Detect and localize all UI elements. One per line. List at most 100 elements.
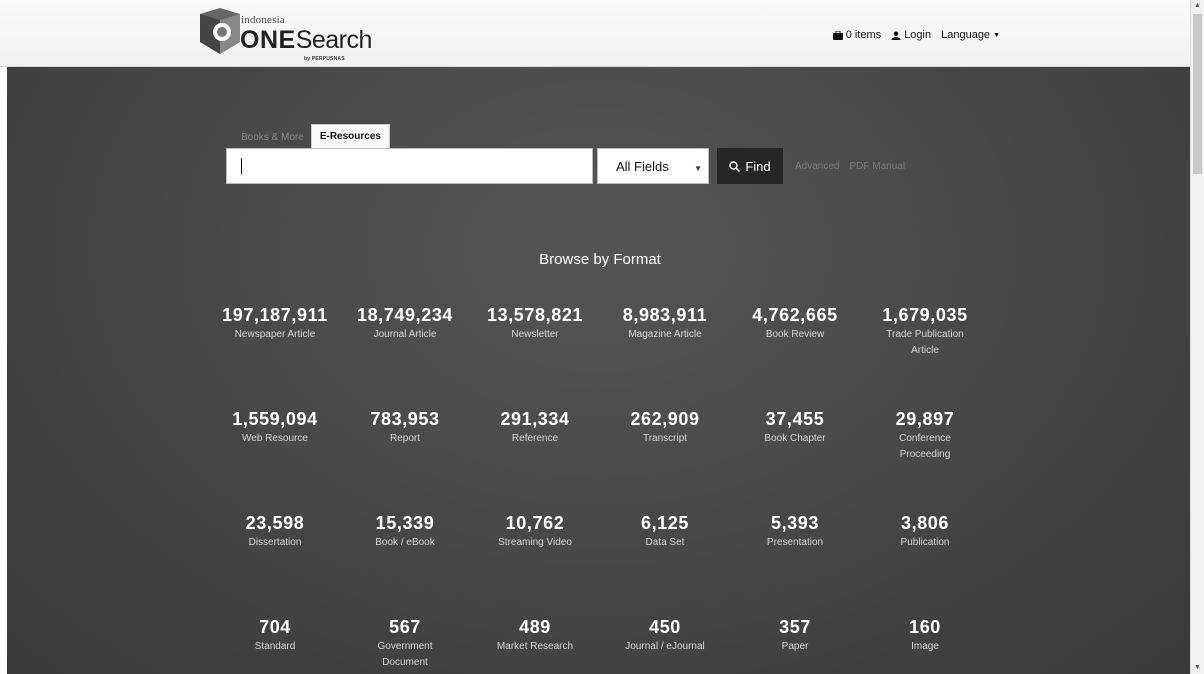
- format-item[interactable]: 704 Standard: [210, 616, 340, 655]
- format-count: 357: [779, 617, 811, 637]
- format-item[interactable]: 13,578,821 Newsletter: [470, 304, 600, 343]
- tab-e-resources[interactable]: E-Resources: [310, 124, 390, 148]
- browse-by-format-heading: Browse by Format: [539, 251, 661, 268]
- format-item[interactable]: 489 Market Research: [470, 616, 600, 655]
- format-count: 4,762,665: [752, 305, 838, 325]
- format-item[interactable]: 15,339 Book / eBook: [340, 512, 470, 551]
- format-item[interactable]: 1,679,035 Trade Publication Article: [860, 304, 990, 359]
- format-count: 37,455: [765, 409, 825, 429]
- format-label: Publication: [900, 537, 950, 548]
- format-item[interactable]: 4,762,665 Book Review: [730, 304, 860, 343]
- page: indonesia ONESearch by PERPUSNAS 0 items…: [0, 0, 1204, 674]
- format-count: 160: [909, 617, 941, 637]
- format-count: 783,953: [370, 409, 440, 429]
- format-count: 262,909: [630, 409, 700, 429]
- format-label: Paper: [781, 641, 809, 652]
- format-item[interactable]: 450 Journal / eJournal: [600, 616, 730, 655]
- format-item[interactable]: 3,806 Publication: [860, 512, 990, 551]
- logo-main-rest: Search: [295, 26, 373, 54]
- format-label: Government Document: [377, 641, 433, 668]
- format-count: 5,393: [770, 513, 820, 533]
- search-field-value: All Fields: [616, 158, 669, 174]
- format-item[interactable]: 23,598 Dissertation: [210, 512, 340, 551]
- format-count: 15,339: [375, 513, 435, 533]
- format-count: 1,679,035: [882, 305, 968, 325]
- format-count: 567: [389, 617, 421, 637]
- format-count: 6,125: [640, 513, 690, 533]
- format-count: 29,897: [895, 409, 955, 429]
- vertical-scrollbar[interactable]: ▲ ▼: [1190, 0, 1204, 674]
- format-item[interactable]: 357 Paper: [730, 616, 860, 655]
- tab-books-and-more[interactable]: Books & More: [234, 126, 311, 148]
- find-button[interactable]: Find: [717, 148, 783, 184]
- format-label: Conference Proceeding: [899, 433, 951, 460]
- format-count: 3,806: [900, 513, 950, 533]
- find-label: Find: [745, 158, 771, 174]
- format-item[interactable]: 37,455 Book Chapter: [730, 408, 860, 447]
- format-item[interactable]: 567 Government Document: [340, 616, 470, 671]
- language-dropdown[interactable]: Language ▼: [941, 29, 1000, 41]
- format-label: Image: [911, 641, 939, 652]
- search-bar: All Fields ▼ Find Advanced PDF Manual: [226, 148, 905, 184]
- logo-by-text: by PERPUSNAS: [304, 56, 345, 62]
- logo-main-text: ONESearch: [240, 26, 372, 54]
- top-nav: 0 items Login Language ▼: [832, 29, 1000, 41]
- dropdown-arrow-icon: ▼: [694, 164, 702, 173]
- scroll-thumb[interactable]: [1193, 14, 1202, 174]
- format-count: 18,749,234: [356, 305, 454, 325]
- search-input[interactable]: [226, 148, 593, 184]
- logo-small-text: indonesia: [241, 14, 285, 26]
- format-label: Magazine Article: [628, 329, 702, 340]
- briefcase-icon: [832, 30, 843, 40]
- format-label: Newsletter: [511, 329, 559, 340]
- format-label: Journal / eJournal: [625, 641, 705, 652]
- search-field-select[interactable]: All Fields ▼: [597, 148, 709, 184]
- format-item[interactable]: 1,559,094 Web Resource: [210, 408, 340, 447]
- pdf-manual-link[interactable]: PDF Manual: [849, 161, 905, 172]
- search-links: Advanced PDF Manual: [795, 148, 905, 184]
- format-item[interactable]: 291,334 Reference: [470, 408, 600, 447]
- text-cursor: [241, 158, 242, 174]
- format-label: Book Review: [765, 329, 825, 340]
- caret-down-icon: ▼: [993, 31, 1000, 39]
- user-icon: [891, 30, 901, 40]
- format-label: Market Research: [496, 641, 574, 652]
- cart-link[interactable]: 0 items: [832, 29, 882, 41]
- format-count: 13,578,821: [486, 305, 584, 325]
- format-label: Dissertation: [248, 537, 302, 548]
- format-count: 291,334: [500, 409, 570, 429]
- format-item[interactable]: 10,762 Streaming Video: [470, 512, 600, 551]
- format-count: 704: [259, 617, 291, 637]
- format-item[interactable]: 197,187,911 Newspaper Article: [210, 304, 340, 343]
- cart-count-label: 0 items: [845, 29, 882, 41]
- search-icon: [729, 160, 741, 172]
- format-item[interactable]: 160 Image: [860, 616, 990, 655]
- search-tabs: Books & More E-Resources: [234, 124, 390, 148]
- format-item[interactable]: 262,909 Transcript: [600, 408, 730, 447]
- search-input-wrapper: [226, 148, 593, 184]
- login-link[interactable]: Login: [891, 29, 931, 41]
- format-label: Web Resource: [242, 433, 308, 444]
- format-label: Trade Publication Article: [886, 329, 964, 356]
- format-label: Transcript: [642, 433, 688, 444]
- format-count: 197,187,911: [222, 305, 328, 325]
- format-item[interactable]: 18,749,234 Journal Article: [340, 304, 470, 343]
- format-item[interactable]: 29,897 Conference Proceeding: [860, 408, 990, 463]
- format-item[interactable]: 6,125 Data Set: [600, 512, 730, 551]
- onesearch-logo[interactable]: indonesia ONESearch by PERPUSNAS: [198, 6, 398, 62]
- format-item[interactable]: 8,983,911 Magazine Article: [600, 304, 730, 343]
- format-count: 10,762: [505, 513, 565, 533]
- scroll-up-icon[interactable]: ▲: [1191, 0, 1204, 12]
- site-header: indonesia ONESearch by PERPUSNAS 0 items…: [0, 0, 1190, 67]
- logo-main-bold: ONE: [240, 26, 296, 54]
- format-label: Data Set: [645, 537, 685, 548]
- format-count: 489: [519, 617, 551, 637]
- advanced-search-link[interactable]: Advanced: [795, 161, 839, 172]
- format-item[interactable]: 5,393 Presentation: [730, 512, 860, 551]
- format-label: Book Chapter: [764, 433, 826, 444]
- scroll-down-icon[interactable]: ▼: [1191, 662, 1204, 674]
- format-label: Newspaper Article: [234, 329, 316, 340]
- logo-mark-icon: [200, 8, 240, 54]
- format-item[interactable]: 783,953 Report: [340, 408, 470, 447]
- format-count: 8,983,911: [622, 305, 708, 325]
